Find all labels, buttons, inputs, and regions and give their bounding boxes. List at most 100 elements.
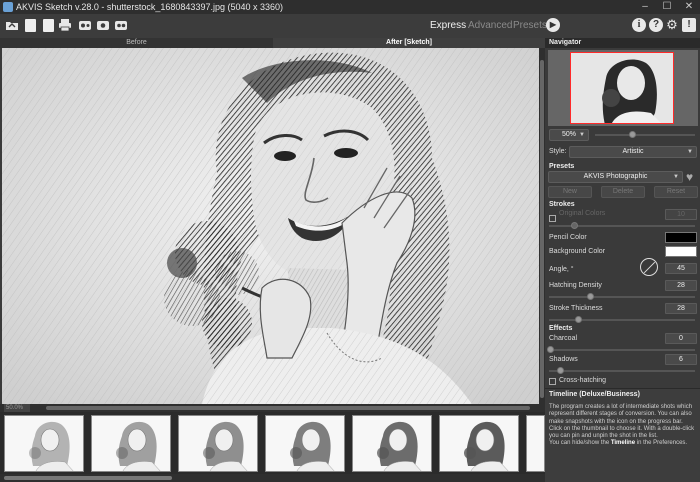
charcoal-label: Charcoal [549, 335, 578, 342]
settings-panel: Navigator 50% ▼ Style: Artistic ▼ Presets [545, 38, 700, 482]
hatching-density-knob[interactable] [587, 293, 594, 300]
shadows-slider[interactable] [549, 370, 695, 372]
zoom-slider-knob[interactable] [629, 131, 636, 138]
new-preset-button[interactable]: New [548, 186, 592, 198]
cross-hatching-checkbox[interactable] [549, 378, 556, 385]
timeline-thumbnail-image [527, 416, 544, 471]
window-title: AKVIS Sketch v.28.0 - shutterstock_16808… [16, 2, 284, 12]
style-dropdown[interactable]: Artistic ▼ [569, 146, 697, 158]
angle-dial[interactable] [640, 258, 658, 276]
tab-after[interactable]: After [Sketch] [273, 38, 545, 48]
timeline-scrollbar-thumb[interactable] [4, 476, 172, 480]
timeline-thumbnail[interactable] [91, 415, 171, 472]
info-icon[interactable]: i [632, 18, 646, 32]
pencil-color-swatch[interactable] [665, 232, 697, 243]
scrollbar-thumb[interactable] [540, 60, 544, 398]
canvas-horizontal-scrollbar[interactable] [46, 406, 530, 410]
timeline-scrollbar[interactable] [0, 474, 545, 482]
hatching-density-label: Hatching Density [549, 282, 602, 289]
navigator-thumbnail [571, 53, 673, 123]
shadows-knob[interactable] [557, 367, 564, 374]
style-dropdown-value: Artistic [622, 148, 644, 155]
charcoal-value[interactable]: 0 [665, 333, 697, 344]
image-canvas[interactable] [2, 48, 539, 404]
timeline-info-text-post: in the Preferences. [635, 440, 688, 447]
timeline-info-paragraph-1: The program creates a lot of intermediat… [549, 404, 693, 425]
stroke-thickness-knob[interactable] [575, 316, 582, 323]
charcoal-slider[interactable] [549, 349, 695, 351]
view-tabs: Before After [Sketch] [0, 38, 545, 48]
chevron-down-icon: ▼ [673, 174, 679, 180]
timeline-thumbnail-image [92, 416, 170, 471]
zoom-dropdown-value: 50% [561, 131, 576, 138]
timeline-thumbnail[interactable] [4, 415, 84, 472]
settings-gear-icon[interactable]: ⚙ [665, 18, 679, 32]
title-bar: AKVIS Sketch v.28.0 - shutterstock_16808… [0, 0, 700, 14]
save-as-icon[interactable] [41, 18, 55, 33]
timeline-thumbnail[interactable] [439, 415, 519, 472]
angle-label: Angle, ° [549, 266, 574, 273]
open-icon[interactable] [5, 18, 19, 33]
stroke-thickness-slider[interactable] [549, 319, 695, 321]
shadows-value[interactable]: 6 [665, 354, 697, 365]
mode-presets-tab[interactable]: Presets [513, 20, 547, 31]
stroke-thickness-value[interactable]: 28 [665, 303, 697, 314]
timeline-thumbnail-image [353, 416, 431, 471]
notifications-icon[interactable]: ! [682, 18, 696, 32]
mode-express-tab[interactable]: Express [430, 20, 466, 31]
minimize-button[interactable]: – [634, 0, 656, 14]
close-button[interactable]: ✕ [678, 0, 700, 14]
navigator-header: Navigator [545, 38, 700, 48]
print-icon[interactable] [58, 18, 72, 33]
navigator-viewport-frame[interactable] [570, 52, 674, 124]
timeline-info-paragraph-2: Click on the thumbnail to choose it. Wit… [549, 425, 695, 440]
plugins-icon[interactable] [114, 18, 128, 33]
chevron-down-icon: ▼ [687, 149, 693, 155]
sketch-image [2, 48, 539, 404]
timeline-info-text-pre: You can hide/show the [549, 440, 611, 447]
original-colors-label: Original Colors [559, 210, 606, 217]
original-colors-slider-knob[interactable] [571, 222, 578, 229]
angle-dial-needle [643, 261, 656, 274]
timeline-thumbnail-image [179, 416, 257, 471]
angle-value[interactable]: 45 [665, 263, 697, 274]
charcoal-knob[interactable] [547, 346, 554, 353]
favorite-heart-icon[interactable]: ♥ [686, 171, 698, 183]
presets-label: Presets [549, 163, 575, 170]
batch-icon[interactable] [96, 18, 110, 33]
timeline-thumbnail-image [266, 416, 344, 471]
stroke-thickness-label: Stroke Thickness [549, 305, 603, 312]
timeline-info-title: Timeline (Deluxe/Business) [549, 391, 640, 398]
original-colors-value[interactable]: 10 [665, 209, 697, 220]
timeline-thumbnail[interactable] [526, 415, 545, 472]
timeline-info-box: Timeline (Deluxe/Business) The program c… [545, 388, 700, 482]
zoom-slider[interactable] [595, 134, 695, 136]
cross-hatching-label: Cross-hatching [559, 377, 607, 384]
hatching-density-slider[interactable] [549, 296, 695, 298]
zoom-dropdown[interactable]: 50% ▼ [549, 129, 589, 141]
status-bar: 50.0% [0, 404, 545, 412]
reset-preset-button[interactable]: Reset [654, 186, 698, 198]
chevron-down-icon: ▼ [579, 132, 585, 138]
timeline-info-text-bold: Timeline [610, 440, 636, 447]
save-icon[interactable] [23, 18, 37, 33]
tab-before[interactable]: Before [0, 38, 273, 48]
timeline-strip [0, 412, 545, 474]
navigator-preview[interactable] [548, 50, 698, 126]
timeline-thumbnail[interactable] [352, 415, 432, 472]
original-colors-checkbox[interactable] [549, 215, 556, 222]
preset-dropdown[interactable]: AKVIS Photographic ▼ [548, 171, 683, 183]
mode-advanced-tab[interactable]: Advanced [468, 20, 512, 31]
timeline-thumbnail[interactable] [178, 415, 258, 472]
zoom-readout[interactable]: 50.0% [4, 404, 30, 412]
share-icon[interactable] [78, 18, 92, 33]
timeline-thumbnail[interactable] [265, 415, 345, 472]
help-icon[interactable]: ? [649, 18, 663, 32]
shadows-label: Shadows [549, 356, 578, 363]
delete-preset-button[interactable]: Delete [601, 186, 645, 198]
background-color-swatch[interactable] [665, 246, 697, 257]
maximize-button[interactable]: ☐ [656, 0, 678, 14]
run-button[interactable]: ▶ [546, 18, 560, 32]
toolbar: Express Advanced Presets ▶ i ? ⚙ ! [0, 14, 700, 38]
hatching-density-value[interactable]: 28 [665, 280, 697, 291]
